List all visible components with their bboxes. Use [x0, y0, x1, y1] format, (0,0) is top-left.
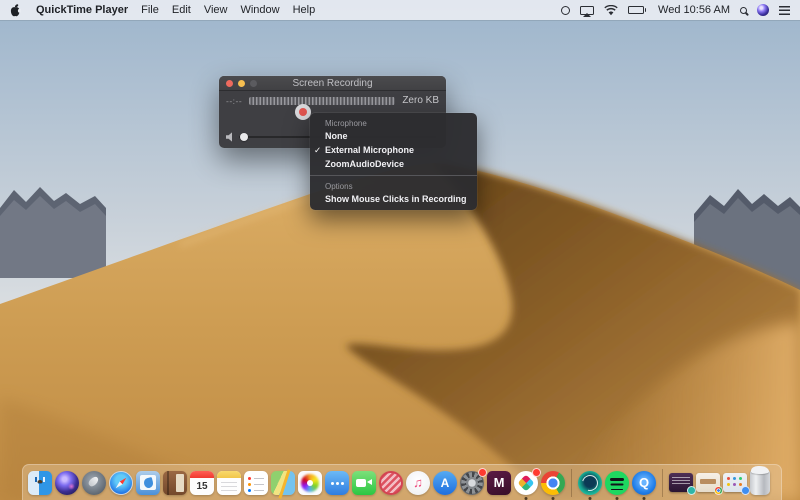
record-button[interactable]: [295, 104, 311, 120]
siri-icon[interactable]: [757, 2, 769, 18]
dock-siri[interactable]: [55, 471, 79, 495]
speaker-icon: [226, 132, 234, 142]
m-app-glyph: M: [487, 471, 511, 495]
menu-section-header: Microphone: [310, 117, 477, 129]
dock-finder[interactable]: [28, 471, 52, 495]
dock-messages[interactable]: [325, 471, 349, 495]
menu-section-header: Options: [310, 180, 477, 192]
dock-launchpad[interactable]: [82, 471, 106, 495]
audio-level-meter: [249, 97, 395, 105]
dock-facetime[interactable]: [352, 471, 376, 495]
dock-notes[interactable]: [217, 471, 241, 495]
menu-bar-left: QuickTime Player File Edit View Window H…: [10, 4, 315, 17]
desktop: QuickTime Player File Edit View Window H…: [0, 0, 800, 500]
minimized-window-3[interactable]: [723, 473, 747, 492]
dock-photos[interactable]: [298, 471, 322, 495]
airplay-display-icon[interactable]: [580, 2, 594, 18]
timecode: --:--: [226, 96, 242, 106]
mojave-wallpaper: [0, 0, 800, 500]
circle-menulet-icon[interactable]: [561, 2, 570, 18]
menu-help[interactable]: Help: [293, 4, 316, 16]
menu-item-none[interactable]: None: [310, 129, 477, 143]
itunes-note-icon: ♫: [406, 471, 430, 495]
menu-window[interactable]: Window: [240, 4, 279, 16]
apple-menu-icon[interactable]: [10, 4, 21, 17]
dock-reminders[interactable]: [244, 471, 268, 495]
dock-chrome[interactable]: [541, 471, 565, 495]
dock-separator: [662, 469, 663, 497]
dock-m-app[interactable]: M: [487, 471, 511, 495]
menubar-app-name[interactable]: QuickTime Player: [36, 4, 128, 16]
menu-edit[interactable]: Edit: [172, 4, 191, 16]
checkmark-icon: ✓: [314, 145, 321, 156]
meter-row: --:-- Zero KB: [219, 91, 446, 106]
minimized-window-1[interactable]: [669, 473, 693, 492]
menu-view[interactable]: View: [204, 4, 228, 16]
app-store-a-glyph: A: [433, 471, 457, 495]
minimized-app-badge: [741, 486, 750, 495]
quicktime-q-glyph: Q: [632, 471, 656, 495]
file-size-label: Zero KB: [402, 95, 439, 106]
microphone-options-menu: Microphone None ✓ External Microphone Zo…: [310, 113, 477, 210]
notification-center-icon[interactable]: [779, 2, 790, 18]
minimized-window-2[interactable]: [696, 473, 720, 492]
menu-item-show-mouse-clicks[interactable]: Show Mouse Clicks in Recording: [310, 192, 477, 206]
dock-safari[interactable]: [109, 471, 133, 495]
dock-system-preferences[interactable]: [460, 471, 484, 495]
menu-file[interactable]: File: [141, 4, 159, 16]
dock-contacts[interactable]: [163, 471, 187, 495]
dock-spotify[interactable]: [605, 471, 629, 495]
volume-slider-knob[interactable]: [240, 133, 248, 141]
dock-blocked-sign-app[interactable]: [379, 471, 403, 495]
menu-bar: QuickTime Player File Edit View Window H…: [0, 0, 800, 20]
dock-webex[interactable]: [578, 471, 602, 495]
traffic-lights: [226, 80, 257, 87]
dock: 15 ♫ A M Q: [22, 464, 782, 500]
dock-app-store[interactable]: A: [433, 471, 457, 495]
menu-separator: [310, 175, 477, 176]
battery-icon[interactable]: [628, 2, 646, 18]
window-title: Screen Recording: [292, 78, 372, 89]
dock-maps[interactable]: [271, 471, 295, 495]
dock-separator: [571, 469, 572, 497]
calendar-day: 15: [190, 478, 214, 495]
dock-trash-full[interactable]: [750, 470, 770, 495]
menu-item-zoomaudiodevice[interactable]: ZoomAudioDevice: [310, 157, 477, 171]
dock-quicktime-player[interactable]: Q: [632, 471, 656, 495]
minimized-chrome-badge: [714, 486, 723, 495]
dock-mail[interactable]: [136, 471, 160, 495]
minimized-app-badge: [687, 486, 696, 495]
dock-calendar[interactable]: 15: [190, 471, 214, 495]
window-titlebar[interactable]: Screen Recording: [219, 76, 446, 91]
zoom-button-disabled: [250, 80, 257, 87]
minimize-button[interactable]: [238, 80, 245, 87]
notification-badge: [532, 468, 541, 477]
menu-item-external-microphone[interactable]: ✓ External Microphone: [310, 143, 477, 157]
menubar-clock[interactable]: Wed 10:56 AM: [658, 4, 730, 16]
spotlight-icon[interactable]: [740, 2, 747, 18]
close-button[interactable]: [226, 80, 233, 87]
dock-slack[interactable]: [514, 471, 538, 495]
notification-badge: [478, 468, 487, 477]
wifi-icon[interactable]: [604, 2, 618, 18]
dock-itunes[interactable]: ♫: [406, 471, 430, 495]
menu-bar-status: Wed 10:56 AM: [561, 2, 790, 18]
